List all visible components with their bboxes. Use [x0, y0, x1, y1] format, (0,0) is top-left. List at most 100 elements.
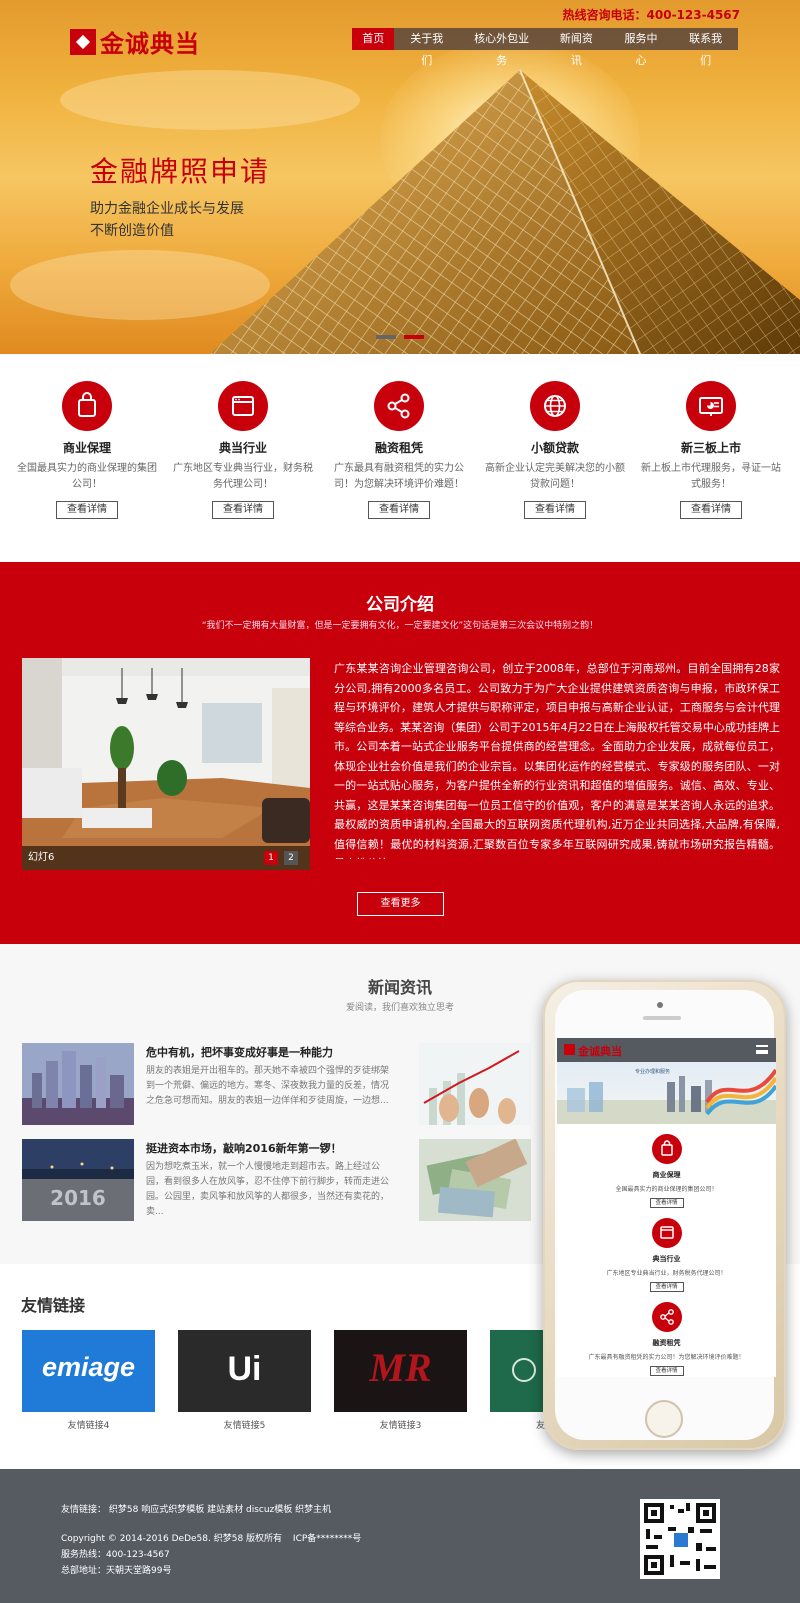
friend-link-card[interactable]: MR 友情链接3 — [334, 1330, 467, 1431]
friend-link-card[interactable]: Ui 友情链接5 — [178, 1330, 311, 1431]
company-intro-text: 广东某某咨询企业管理咨询公司，创立于2008年，总部位于河南郑州。目前全国拥有2… — [334, 662, 780, 859]
nav-item-service[interactable]: 服务中心 — [609, 28, 674, 67]
phone-screen: 金诚典当 专业办理和服务 商业保理 全国最具实力的商业保理的集团公司！ 查看详情… — [557, 1038, 776, 1377]
main-nav: 首页 关于我们 核心外包业务 新闻资讯 服务中心 联系我们 — [352, 28, 738, 67]
service-detail-button[interactable]: 查看详情 — [524, 501, 586, 519]
logo-text: Ui — [227, 1350, 262, 1388]
service-detail-button[interactable]: 查看详情 — [368, 501, 430, 519]
service-name: 典当行业 — [218, 441, 267, 455]
mobile-preview-mockup: 金诚典当 专业办理和服务 商业保理 全国最具实力的商业保理的集团公司！ 查看详情… — [543, 980, 786, 1450]
news-thumbnail[interactable]: 2016 — [22, 1139, 134, 1221]
service-hotline-text: 服务热线：400-123-4567 — [61, 1550, 170, 1560]
friend-link-label[interactable]: 友情链接3 — [334, 1418, 467, 1431]
mobile-service-detail-button[interactable]: 查看详情 — [649, 1282, 684, 1292]
footer-link[interactable]: 织梦58 — [109, 1505, 138, 1515]
nav-item-core-business[interactable]: 核心外包业务 — [459, 28, 544, 67]
news-title[interactable]: 挺进资本市场，敲响2016新年第一锣！ — [146, 1140, 342, 1156]
presentation-icon[interactable] — [686, 381, 736, 431]
logo-text: emiage — [41, 1352, 136, 1382]
slider-page-button[interactable]: 1 — [264, 851, 278, 865]
news-thumbnail[interactable] — [22, 1043, 134, 1125]
office-photo-slider[interactable]: 幻灯6 1 2 — [22, 658, 310, 870]
friend-link-logo[interactable]: Ui — [178, 1330, 311, 1412]
icp-text[interactable]: ICP备********号 — [293, 1534, 361, 1544]
nav-item-news[interactable]: 新闻资讯 — [544, 28, 609, 67]
news-thumbnail[interactable] — [419, 1043, 531, 1125]
service-detail-button[interactable]: 查看详情 — [680, 501, 742, 519]
nav-item-home[interactable]: 首页 — [352, 28, 395, 50]
site-logo[interactable]: 金诚典当 — [70, 24, 200, 59]
footer-link[interactable]: discuz模板 — [246, 1505, 292, 1515]
friend-link-logo[interactable]: emiage — [22, 1330, 155, 1412]
mobile-service-card: 商业保理 全国最具实力的商业保理的集团公司！ 查看详情 — [557, 1134, 776, 1208]
friend-link-logo[interactable] — [490, 1330, 550, 1412]
footer-link[interactable]: 响应式织梦模板 — [141, 1505, 204, 1515]
service-detail-button[interactable]: 查看详情 — [212, 501, 274, 519]
share-icon[interactable] — [374, 381, 424, 431]
svg-text:2016: 2016 — [50, 1186, 106, 1210]
service-desc: 新上板上市代理服务，寻证一站式服务！ — [641, 463, 781, 490]
footer-link[interactable]: 建站素材 — [207, 1505, 243, 1515]
hero-subtitle: 助力金融企业成长与发展 不断创造价值 — [90, 198, 244, 242]
phone-body: 金诚典当 专业办理和服务 商业保理 全国最具实力的商业保理的集团公司！ 查看详情… — [555, 990, 776, 1440]
mobile-banner: 专业办理和服务 — [557, 1062, 776, 1124]
view-more-button[interactable]: 查看更多 — [357, 892, 444, 916]
news-item[interactable]: 危中有机，把坏事变成好事是一种能力 朋友的表姐是开出租车的。那天她不幸被四个强悍… — [22, 1043, 402, 1125]
share-icon[interactable] — [651, 1302, 682, 1332]
mobile-service-detail-button[interactable]: 查看详情 — [649, 1366, 684, 1376]
footer-link[interactable]: 织梦主机 — [295, 1505, 331, 1515]
friend-link-card[interactable]: 友 — [490, 1330, 550, 1431]
mobile-service-detail-button[interactable]: 查看详情 — [649, 1198, 684, 1208]
friend-link-label[interactable]: 友 — [490, 1418, 550, 1431]
slider-dots — [376, 335, 424, 339]
slider-dot-active[interactable] — [404, 335, 424, 339]
news-summary: 因为想吃煮玉米，就一个人慢慢地走到超市去。路上经过公园，看到很多人在放风筝，忍不… — [146, 1162, 390, 1217]
mobile-service-name: 典当行业 — [652, 1255, 681, 1263]
service-desc: 高新企业认定完美解决您的小额贷款问题！ — [485, 463, 625, 490]
friend-link-label[interactable]: 友情链接4 — [22, 1418, 155, 1431]
browser-window-icon[interactable] — [651, 1218, 682, 1248]
nav-item-contact[interactable]: 联系我们 — [673, 28, 738, 67]
service-card: 新三板上市 新上板上市代理服务，寻证一站式服务！ 查看详情 — [636, 354, 786, 519]
service-card: 融资租凭 广东最具有融资租凭的实力公司！为您解决环境评价难题！ 查看详情 — [324, 354, 474, 519]
logo-diamond-icon — [564, 1044, 575, 1055]
service-card: 商业保理 全国最具实力的商业保理的集团公司！ 查看详情 — [12, 354, 162, 519]
company-intro-section: 公司介绍 “我们不一定拥有大量财富，但是一定要拥有文化，一定要建文化”这句话是第… — [0, 562, 800, 944]
service-desc: 全国最具实力的商业保理的集团公司！ — [17, 463, 157, 490]
news-thumbnail[interactable] — [419, 1139, 531, 1221]
mobile-service-card: 典当行业 广东地区专业典当行业，财务税务代理公司！ 查看详情 — [557, 1218, 776, 1292]
service-detail-button[interactable]: 查看详情 — [56, 501, 118, 519]
circle-emblem-icon — [512, 1358, 536, 1382]
slider-dot[interactable] — [376, 335, 396, 339]
mobile-service-name: 融资租凭 — [652, 1339, 681, 1347]
browser-window-icon[interactable] — [218, 381, 268, 431]
slider-page-button[interactable]: 2 — [284, 851, 298, 865]
mobile-header: 金诚典当 — [557, 1038, 776, 1062]
service-name: 融资租凭 — [374, 441, 423, 455]
news-title[interactable]: 危中有机，把坏事变成好事是一种能力 — [146, 1044, 333, 1060]
service-card: 小额贷款 高新企业认定完美解决您的小额贷款问题！ 查看详情 — [480, 354, 630, 519]
section-title: 友情链接 — [21, 1296, 86, 1315]
shopping-bag-icon[interactable] — [62, 381, 112, 431]
service-desc: 广东最具有融资租凭的实力公司！为您解决环境评价难题！ — [334, 463, 464, 490]
news-item[interactable]: 2016 挺进资本市场，敲响2016新年第一锣！ 因为想吃煮玉米，就一个人慢慢地… — [22, 1139, 402, 1221]
section-title: 公司介绍 — [366, 595, 434, 615]
footer-links-label: 友情链接： — [61, 1505, 107, 1515]
hero-subtitle-line: 不断创造价值 — [90, 223, 174, 239]
friend-link-label[interactable]: 友情链接5 — [178, 1418, 311, 1431]
shopping-bag-icon[interactable] — [651, 1134, 682, 1164]
copyright-text: Copyright © 2014-2016 DeDe58. 织梦58 版权所有 — [61, 1534, 283, 1544]
friend-link-logo[interactable]: MR — [334, 1330, 467, 1412]
mobile-service-name: 商业保理 — [652, 1171, 681, 1179]
logo-text: 金诚典当 — [100, 29, 200, 58]
office-photo — [22, 658, 310, 870]
hamburger-menu-icon[interactable] — [756, 1045, 768, 1054]
hero-banner: 金诚典当 热线咨询电话：400-123-4567 首页 关于我们 核心外包业务 … — [0, 0, 800, 354]
phone-camera-icon — [657, 1002, 663, 1008]
nav-item-about[interactable]: 关于我们 — [394, 28, 459, 67]
mobile-service-desc: 全国最具实力的商业保理的集团公司！ — [615, 1186, 718, 1193]
globe-icon[interactable] — [530, 381, 580, 431]
friend-link-card[interactable]: emiage 友情链接4 — [22, 1330, 155, 1431]
logo-text: MR — [369, 1345, 432, 1390]
services-section: 商业保理 全国最具实力的商业保理的集团公司！ 查看详情 典当行业 广东地区专业典… — [0, 354, 800, 562]
